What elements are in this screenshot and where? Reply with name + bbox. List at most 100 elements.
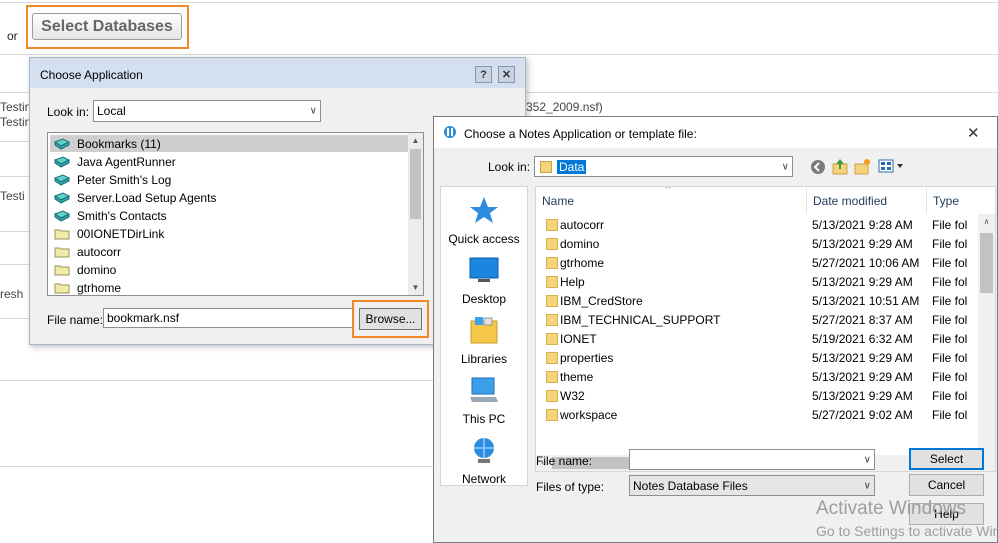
place-label: Quick access xyxy=(448,232,520,246)
place-desktop[interactable]: Desktop xyxy=(441,255,527,306)
place-libraries[interactable]: Libraries xyxy=(441,315,527,366)
file-date: 5/13/2021 9:29 AM xyxy=(812,237,913,251)
place-network[interactable]: Network xyxy=(441,435,527,486)
folder-icon xyxy=(546,333,558,345)
select-button[interactable]: Select xyxy=(909,448,984,470)
list-item[interactable]: Server.Load Setup Agents xyxy=(50,189,408,206)
row-text: Testin xyxy=(0,100,32,114)
column-header-date[interactable]: Date modified xyxy=(807,187,927,214)
scroll-up-icon[interactable]: ▲ xyxy=(408,133,423,148)
folder-icon xyxy=(546,257,558,269)
list-item[interactable]: autocorr xyxy=(50,243,408,260)
list-item-label: Java AgentRunner xyxy=(77,154,176,169)
back-icon[interactable] xyxy=(810,159,826,175)
folder-icon xyxy=(540,161,552,173)
place-label: Libraries xyxy=(460,352,508,366)
file-row[interactable]: properties 5/13/2021 9:29 AM File fol xyxy=(536,349,977,368)
divider xyxy=(0,2,998,3)
notes-app-icon xyxy=(444,126,456,138)
file-row[interactable]: W32 5/13/2021 9:29 AM File fol xyxy=(536,387,977,406)
list-item[interactable]: Bookmarks (11) xyxy=(50,135,408,152)
folder-icon xyxy=(54,229,70,239)
database-icon xyxy=(54,137,70,150)
folder-icon xyxy=(546,371,558,383)
place-this-pc[interactable]: This PC xyxy=(441,375,527,426)
files-of-type-select[interactable]: Notes Database Files ∨ xyxy=(629,475,875,496)
browse-button[interactable]: Browse... xyxy=(359,308,422,330)
application-list[interactable]: Bookmarks (11) Java AgentRunner Peter Smit… xyxy=(47,132,424,296)
file-row[interactable]: IBM_TECHNICAL_SUPPORT 5/27/2021 8:37 AM Fi… xyxy=(536,311,977,330)
file-row[interactable]: gtrhome 5/27/2021 10:06 AM File fol xyxy=(536,254,977,273)
list-item[interactable]: Java AgentRunner xyxy=(50,153,408,170)
folder-icon xyxy=(546,409,558,421)
scrollbar-thumb[interactable] xyxy=(980,233,993,293)
file-row[interactable]: Help 5/13/2021 9:29 AM File fol xyxy=(536,273,977,292)
look-in-select[interactable]: Data ∨ xyxy=(534,156,793,177)
file-date: 5/13/2021 9:29 AM xyxy=(812,275,913,289)
folder-icon xyxy=(546,314,558,326)
list-item-label: Peter Smith's Log xyxy=(77,172,172,187)
view-menu-icon[interactable] xyxy=(878,158,906,174)
look-in-value: Local xyxy=(97,104,126,118)
up-folder-icon[interactable] xyxy=(832,158,848,175)
path-fragment: 352_2009.nsf) xyxy=(526,100,603,114)
file-type: File fol xyxy=(932,351,968,365)
file-name-label: File name: xyxy=(47,313,104,327)
scroll-down-icon[interactable]: ▼ xyxy=(408,280,423,295)
scrollbar-thumb[interactable] xyxy=(410,149,421,219)
close-icon[interactable]: ✕ xyxy=(498,66,515,83)
file-date: 5/19/2021 6:32 AM xyxy=(812,332,913,346)
list-item[interactable]: gtrhome xyxy=(50,279,408,295)
file-date: 5/27/2021 8:37 AM xyxy=(812,313,913,327)
place-label: This PC xyxy=(462,412,506,426)
file-type: File fol xyxy=(932,408,968,422)
file-type: File fol xyxy=(932,237,968,251)
file-name-input[interactable]: bookmark.nsf xyxy=(103,308,353,328)
help-icon[interactable]: ? xyxy=(475,66,492,83)
list-item[interactable]: Smith's Contacts xyxy=(50,207,408,224)
file-name: IBM_TECHNICAL_SUPPORT xyxy=(560,313,721,327)
files-of-type-label: Files of type: xyxy=(536,480,605,494)
file-name: domino xyxy=(560,237,600,251)
scroll-up-icon[interactable]: ∧ xyxy=(978,214,995,229)
list-item[interactable]: 00IONETDirLink xyxy=(50,225,408,242)
column-header-type[interactable]: Type xyxy=(927,187,995,214)
folder-icon xyxy=(546,295,558,307)
activate-windows-watermark: Activate Windows xyxy=(816,498,966,519)
column-header-name[interactable]: Name ^ xyxy=(536,187,807,214)
list-item[interactable]: domino xyxy=(50,261,408,278)
file-type: File fol xyxy=(932,370,968,384)
file-type: File fol xyxy=(932,332,968,346)
or-label: or xyxy=(7,29,18,43)
file-row[interactable]: theme 5/13/2021 9:29 AM File fol xyxy=(536,368,977,387)
file-list[interactable]: Name ^ Date modified Type autocorr 5/13/2… xyxy=(535,186,996,472)
file-name-input[interactable]: ∨ xyxy=(629,449,875,470)
place-label: Desktop xyxy=(461,292,507,306)
sort-up-icon: ^ xyxy=(666,186,671,195)
select-databases-button[interactable]: Select Databases xyxy=(32,13,182,40)
cancel-button[interactable]: Cancel xyxy=(909,474,984,496)
close-icon[interactable]: ✕ xyxy=(967,124,980,142)
look-in-select[interactable]: Local ∨ xyxy=(93,100,321,122)
star-icon xyxy=(470,197,498,223)
column-header-label: Type xyxy=(933,193,960,208)
file-name: theme xyxy=(560,370,594,384)
file-name: IBM_CredStore xyxy=(560,294,643,308)
list-item[interactable]: Peter Smith's Log xyxy=(50,171,408,188)
file-type: File fol xyxy=(932,256,968,270)
file-list-vscrollbar[interactable]: ∧ xyxy=(978,214,995,457)
file-row[interactable]: IONET 5/19/2021 6:32 AM File fol xyxy=(536,330,977,349)
file-row[interactable]: IBM_CredStore 5/13/2021 10:51 AM File fol xyxy=(536,292,977,311)
file-row[interactable]: autocorr 5/13/2021 9:28 AM File fol xyxy=(536,216,977,235)
file-row[interactable]: domino 5/13/2021 9:29 AM File fol xyxy=(536,235,977,254)
file-row[interactable]: workspace 5/27/2021 9:02 AM File fol xyxy=(536,406,977,425)
notes-file-dialog: Choose a Notes Application or template f… xyxy=(433,116,998,543)
place-quick-access[interactable]: Quick access xyxy=(441,195,527,246)
file-date: 5/13/2021 9:29 AM xyxy=(812,389,913,403)
chevron-down-icon: ∨ xyxy=(781,161,789,172)
list-scrollbar[interactable]: ▲ ▼ xyxy=(408,133,423,295)
row-text: Testin xyxy=(0,115,32,129)
look-in-value: Data xyxy=(557,159,587,174)
new-folder-icon[interactable] xyxy=(854,158,871,175)
file-name: Help xyxy=(560,275,585,289)
